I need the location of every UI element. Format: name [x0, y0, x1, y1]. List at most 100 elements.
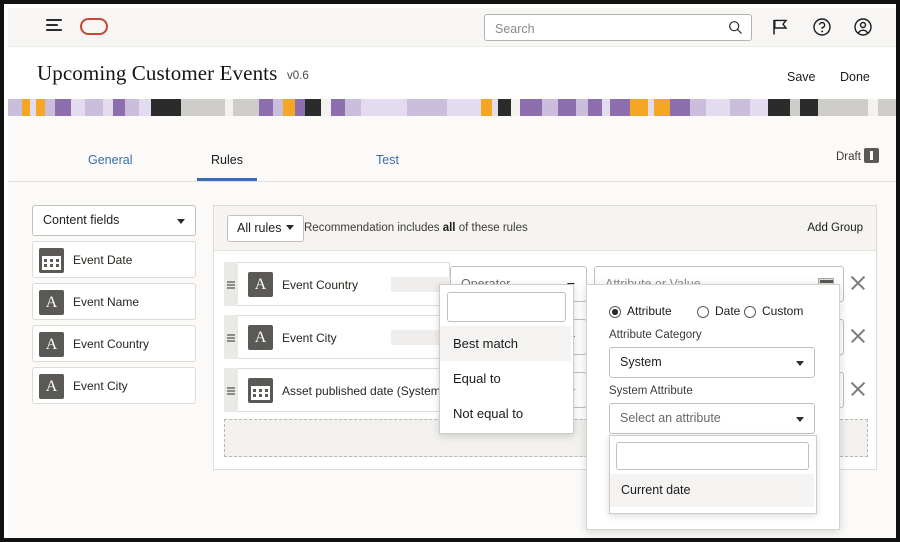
- drag-handle[interactable]: [224, 315, 238, 359]
- rule-field-label: Event City: [282, 331, 337, 345]
- system-attribute-select[interactable]: Select an attribute: [609, 403, 815, 434]
- flag-icon[interactable]: [770, 17, 790, 37]
- drag-handle[interactable]: [224, 368, 238, 412]
- save-button[interactable]: Save: [787, 70, 816, 84]
- radio-attribute-label[interactable]: Attribute: [627, 304, 672, 318]
- operator-option-best-match[interactable]: Best match: [440, 326, 571, 361]
- search-box[interactable]: [484, 14, 752, 42]
- remove-rule-button[interactable]: [848, 326, 868, 346]
- system-attribute-filter-box[interactable]: [616, 442, 809, 471]
- list-item-label: Event Country: [73, 337, 150, 351]
- banner-stripe: [85, 99, 103, 116]
- global-navigation-bar: [8, 8, 896, 47]
- rules-description-prefix: Recommendation includes: [304, 222, 443, 234]
- all-rules-dropdown[interactable]: All rules: [227, 215, 305, 242]
- remove-rule-button[interactable]: [848, 273, 868, 293]
- attribute-category-select[interactable]: System: [609, 347, 815, 378]
- banner-stripe: [71, 99, 85, 116]
- radio-date[interactable]: [697, 306, 709, 318]
- all-rules-dropdown-label: All rules: [237, 221, 282, 235]
- attribute-category-label: Attribute Category: [609, 329, 702, 341]
- operator-dropdown-popup: Best match Equal to Not equal to: [439, 284, 574, 434]
- banner-stripe: [407, 99, 447, 116]
- banner-stripe: [520, 99, 542, 116]
- banner-stripe: [55, 99, 71, 116]
- calendar-icon: [248, 378, 273, 403]
- done-button[interactable]: Done: [840, 70, 870, 84]
- status-badge-label: Draft: [836, 151, 861, 163]
- banner-stripe: [295, 99, 305, 116]
- banner-stripe: [878, 99, 896, 116]
- page-version-label: v0.6: [287, 70, 309, 82]
- banner-stripe: [22, 99, 30, 116]
- operator-option-equal-to[interactable]: Equal to: [440, 361, 571, 396]
- decorative-banner: [8, 99, 896, 116]
- banner-stripe: [576, 99, 588, 116]
- banner-stripe: [800, 99, 818, 116]
- banner-stripe: [730, 99, 750, 116]
- search-input[interactable]: [493, 15, 727, 42]
- text-icon: A: [39, 290, 64, 315]
- banner-stripe: [670, 99, 690, 116]
- tab-general[interactable]: General: [74, 145, 146, 181]
- banner-stripe: [125, 99, 139, 116]
- rule-field-chip[interactable]: A Event Country: [238, 262, 453, 306]
- list-item-label: Event Date: [73, 253, 133, 267]
- rule-field-chip[interactable]: Asset published date (System): [238, 368, 450, 412]
- rule-field-label: Event Country: [282, 278, 359, 292]
- banner-stripe: [233, 99, 259, 116]
- tab-rules[interactable]: Rules: [197, 145, 257, 181]
- list-item-label: Event Name: [73, 295, 140, 309]
- list-item[interactable]: A Event Name: [32, 283, 196, 320]
- banner-stripe: [610, 99, 630, 116]
- list-item-label: Event City: [73, 379, 128, 393]
- system-attribute-dropdown-popup: Current date: [609, 435, 817, 514]
- banner-stripe: [36, 99, 45, 116]
- radio-custom[interactable]: [744, 306, 756, 318]
- banner-stripe: [818, 99, 868, 116]
- banner-stripe: [361, 99, 407, 116]
- chevron-down-icon: [177, 219, 185, 224]
- operator-filter-input[interactable]: [454, 293, 563, 323]
- radio-custom-label[interactable]: Custom: [762, 304, 803, 318]
- banner-stripe: [542, 99, 558, 116]
- search-icon[interactable]: [728, 20, 743, 35]
- list-item[interactable]: Event Date: [32, 241, 196, 278]
- content-fields-selector[interactable]: Content fields: [32, 205, 196, 236]
- rule-field-label: Asset published date (System): [282, 384, 445, 398]
- tab-test[interactable]: Test: [362, 145, 413, 181]
- attribute-picker-panel: Attribute Date Custom Attribute Category…: [586, 284, 840, 530]
- list-item[interactable]: A Event City: [32, 367, 196, 404]
- banner-stripe: [511, 99, 520, 116]
- banner-stripe: [8, 99, 22, 116]
- help-circle-icon[interactable]: [812, 17, 832, 37]
- user-account-icon[interactable]: [853, 17, 873, 37]
- rules-description-strong: all: [442, 222, 456, 234]
- rule-field-chip[interactable]: A Event City: [238, 315, 453, 359]
- remove-rule-button[interactable]: [848, 379, 868, 399]
- banner-stripe: [481, 99, 492, 116]
- list-item[interactable]: A Event Country: [32, 325, 196, 362]
- banner-stripe: [750, 99, 768, 116]
- radio-attribute[interactable]: [609, 306, 621, 318]
- attribute-category-value: System: [620, 355, 662, 369]
- system-attribute-filter-input[interactable]: [623, 443, 805, 471]
- oracle-logo[interactable]: [80, 18, 108, 35]
- application-window: Upcoming Customer Events v0.6 Save Done …: [8, 8, 896, 538]
- banner-stripe: [588, 99, 602, 116]
- status-badge-icon: [864, 148, 879, 163]
- system-attribute-option-current-date[interactable]: Current date: [610, 474, 814, 507]
- drag-handle[interactable]: [224, 262, 238, 306]
- operator-filter-box[interactable]: [447, 292, 566, 323]
- text-icon: A: [39, 332, 64, 357]
- radio-date-label[interactable]: Date: [715, 304, 740, 318]
- banner-stripe: [283, 99, 295, 116]
- banner-stripe: [447, 99, 481, 116]
- banner-stripe: [706, 99, 730, 116]
- hamburger-menu-icon[interactable]: [46, 19, 64, 35]
- add-group-button[interactable]: Add Group: [807, 222, 863, 234]
- chevron-down-icon: [286, 225, 295, 230]
- operator-option-not-equal-to[interactable]: Not equal to: [440, 396, 571, 431]
- rules-description: Recommendation includes all of these rul…: [304, 222, 528, 234]
- chevron-down-icon: [796, 417, 804, 422]
